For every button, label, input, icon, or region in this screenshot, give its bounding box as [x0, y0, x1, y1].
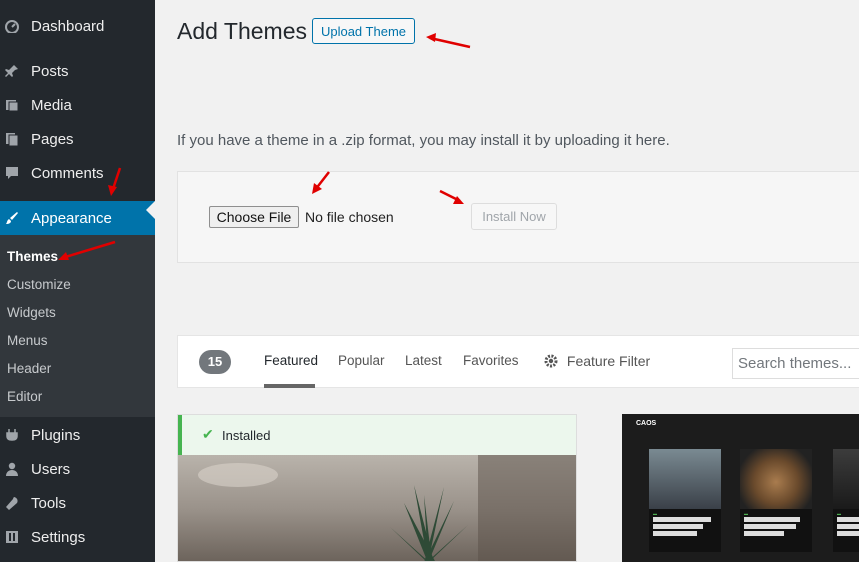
- theme-preview-logo: CAOS: [636, 420, 657, 427]
- theme-card-caos[interactable]: CAOS ▬ ▬ ▬: [622, 414, 859, 562]
- appearance-submenu: Themes Customize Widgets Menus Header Ed…: [0, 235, 155, 417]
- admin-sidebar: Dashboard Posts Media Pages Comments App…: [0, 0, 155, 562]
- sidebar-item-media[interactable]: Media: [0, 88, 155, 122]
- preview-image-dark: [833, 449, 859, 509]
- sidebar-item-label: Posts: [31, 62, 69, 80]
- sidebar-item-comments[interactable]: Comments: [0, 156, 155, 190]
- sidebar-item-label: Media: [31, 96, 72, 114]
- brush-icon: [6, 212, 18, 224]
- sidebar-item-label: Settings: [31, 528, 86, 546]
- sidebar-item-label: Comments: [31, 164, 104, 182]
- preview-tag: ▬: [653, 511, 657, 516]
- theme-count-badge: 15: [199, 350, 231, 374]
- feature-filter-label: Feature Filter: [566, 353, 651, 369]
- sidebar-item-posts[interactable]: Posts: [0, 54, 155, 88]
- tab-favorites[interactable]: Favorites: [463, 353, 519, 368]
- preview-card: ▬: [740, 449, 812, 552]
- preview-tag: ▬: [744, 511, 748, 516]
- sidebar-item-settings[interactable]: Settings: [0, 520, 155, 554]
- page-title: Add Themes: [177, 18, 307, 44]
- submenu-item-header[interactable]: Header: [7, 361, 51, 376]
- wrench-icon: [6, 497, 18, 510]
- installed-notice: ✔ Installed: [178, 415, 576, 455]
- settings-icon: [6, 531, 18, 543]
- search-input[interactable]: Search themes...: [732, 348, 859, 379]
- sidebar-item-pages[interactable]: Pages: [0, 122, 155, 156]
- sidebar-item-tools[interactable]: Tools: [0, 486, 155, 520]
- theme-filter-bar: 15 Featured Popular Latest Favorites Fea…: [177, 335, 859, 388]
- submenu-item-editor[interactable]: Editor: [7, 389, 42, 404]
- upload-theme-button[interactable]: Upload Theme: [312, 18, 415, 44]
- preview-card: ▬: [833, 449, 859, 552]
- upload-help-text: If you have a theme in a .zip format, yo…: [177, 132, 670, 149]
- tab-latest[interactable]: Latest: [405, 353, 442, 368]
- main-content: Add Themes Upload Theme If you have a th…: [155, 0, 859, 562]
- preview-tag: ▬: [837, 511, 841, 516]
- sidebar-item-plugins[interactable]: Plugins: [0, 418, 155, 452]
- sidebar-item-label: Users: [31, 460, 71, 478]
- tab-popular[interactable]: Popular: [338, 353, 385, 368]
- pin-icon: [5, 65, 18, 77]
- sidebar-item-label: Pages: [31, 130, 74, 148]
- comment-icon: [6, 167, 18, 179]
- file-status-text: No file chosen: [305, 209, 394, 225]
- submenu-item-menus[interactable]: Menus: [7, 333, 48, 348]
- tab-featured[interactable]: Featured: [264, 353, 318, 368]
- preview-image-bear: [740, 449, 812, 509]
- plant-illustration: [198, 455, 576, 561]
- upload-form: Choose File No file chosen Install Now: [177, 171, 859, 263]
- theme-card-installed[interactable]: ✔ Installed: [177, 414, 577, 562]
- theme-screenshot: [178, 455, 576, 561]
- submenu-item-widgets[interactable]: Widgets: [7, 305, 56, 320]
- submenu-item-themes[interactable]: Themes: [7, 249, 58, 264]
- preview-caption: [744, 517, 808, 536]
- preview-caption: [837, 517, 859, 536]
- preview-image-building: [649, 449, 721, 509]
- user-icon: [6, 462, 18, 476]
- installed-label: Installed: [222, 428, 271, 443]
- choose-file-button[interactable]: Choose File: [209, 206, 299, 228]
- pages-icon: [6, 133, 19, 146]
- install-now-button[interactable]: Install Now: [471, 203, 557, 230]
- sidebar-item-appearance[interactable]: Appearance: [0, 201, 155, 235]
- active-menu-pointer: [146, 201, 155, 219]
- sidebar-item-users[interactable]: Users: [0, 452, 155, 486]
- plugin-icon: [6, 429, 18, 441]
- preview-card: ▬: [649, 449, 721, 552]
- sidebar-item-label: Tools: [31, 494, 67, 512]
- feature-filter-link[interactable]: Feature Filter: [544, 353, 650, 369]
- active-tab-indicator: [264, 384, 315, 388]
- preview-caption: [653, 517, 717, 536]
- dashboard-icon: [5, 20, 19, 33]
- sidebar-item-dashboard[interactable]: Dashboard: [0, 9, 155, 43]
- search-placeholder: Search themes...: [738, 355, 852, 372]
- submenu-item-customize[interactable]: Customize: [7, 277, 71, 292]
- checkmark-icon: ✔: [202, 426, 214, 442]
- media-icon: [6, 100, 19, 112]
- sidebar-item-label: Plugins: [31, 426, 81, 444]
- sidebar-item-label: Dashboard: [31, 17, 105, 35]
- sidebar-item-label: Appearance: [31, 209, 112, 227]
- gear-icon: [544, 354, 558, 368]
